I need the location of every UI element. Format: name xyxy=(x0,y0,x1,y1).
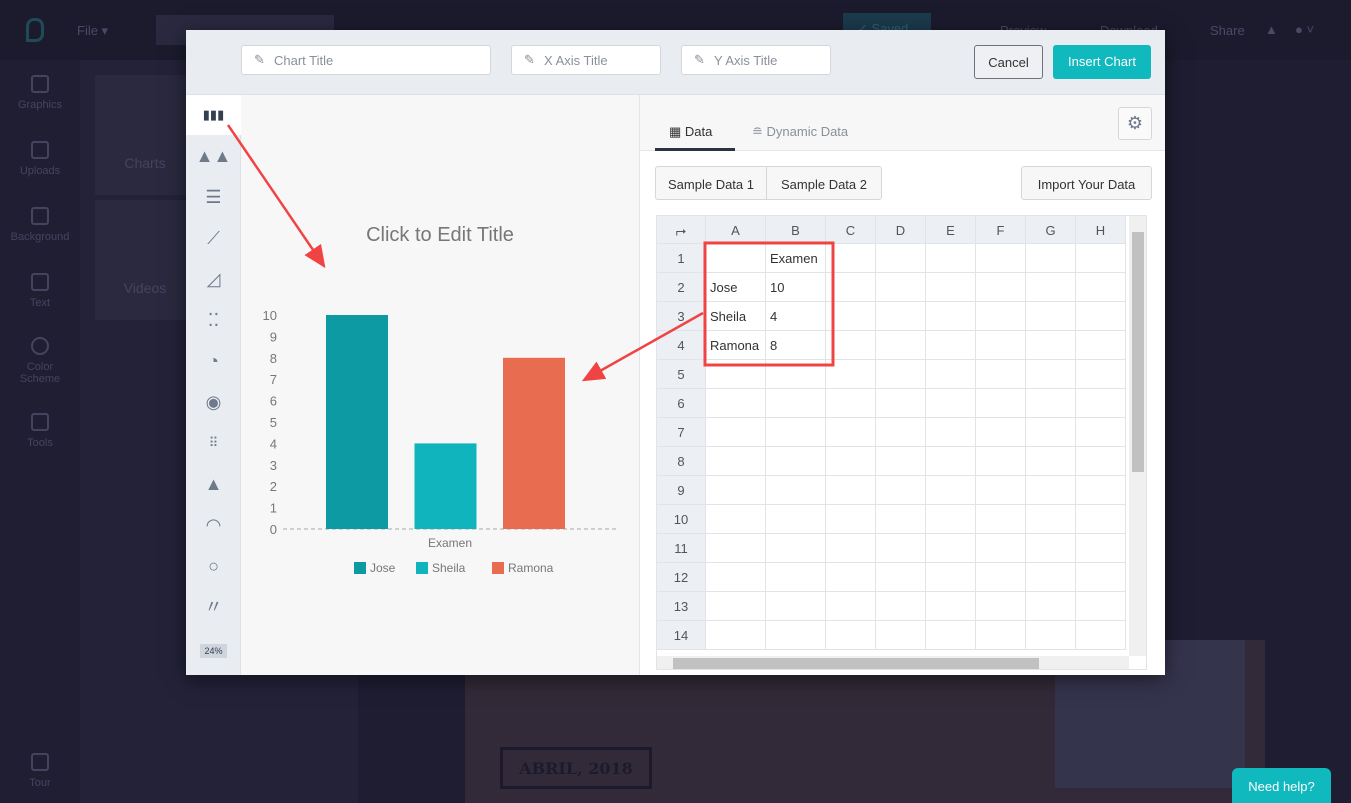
annotation-arrow xyxy=(226,124,326,269)
annotation-arrow xyxy=(581,311,704,382)
annotation-box xyxy=(703,241,835,367)
annotation-overlay xyxy=(226,124,835,382)
